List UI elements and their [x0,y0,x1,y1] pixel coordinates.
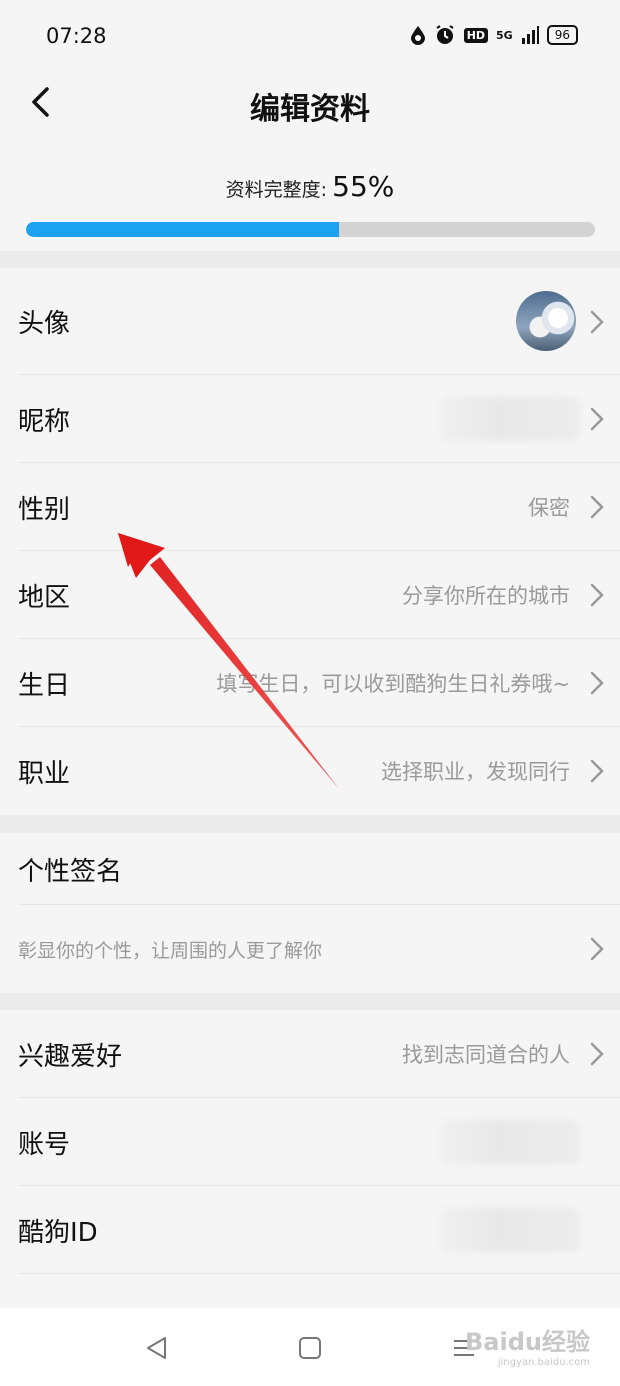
completeness-label: 资料完整度: [225,179,328,201]
row-label: 地区 [18,582,71,613]
chevron-right-icon [590,310,604,333]
nickname-value-blurred [440,397,580,441]
section-gap [0,251,620,268]
row-value: 找到志同道合的人 [402,1043,570,1067]
completeness-progress-fill [26,222,339,237]
completeness-value: 55% [332,170,395,203]
signature-input-row[interactable]: 彰显你的个性，让周围的人更了解你 [0,905,620,993]
row-account[interactable]: 账号 [0,1098,620,1186]
row-label: 头像 [18,309,71,339]
more-info-list: 兴趣爱好 找到志同道合的人 账号 酷狗ID [0,1010,620,1274]
row-avatar[interactable]: 头像 [0,268,620,375]
status-icons: HD 5G 96 [410,24,578,46]
page-title: 编辑资料 [250,92,370,127]
row-gender[interactable]: 性别 保密 [0,463,620,551]
signature-header: 个性签名 [0,833,620,905]
battery-indicator: 96 [546,25,578,45]
chevron-right-icon [590,937,604,961]
row-label: 生日 [18,670,71,701]
signature-section: 个性签名 彰显你的个性，让周围的人更了解你 [0,833,620,993]
row-hobby[interactable]: 兴趣爱好 找到志同道合的人 [0,1010,620,1098]
nav-bar: 编辑资料 [0,70,620,136]
section-gap [0,815,620,833]
row-value: 填写生日，可以收到酷狗生日礼券哦~ [216,672,570,696]
row-job[interactable]: 职业 选择职业，发现同行 [0,727,620,815]
row-nickname[interactable]: 昵称 [0,375,620,463]
signature-label: 个性签名 [18,856,123,887]
row-label: 职业 [18,758,71,789]
home-square-icon[interactable] [296,1334,324,1362]
divider [18,1273,620,1274]
account-value-blurred [440,1120,580,1164]
avatar [516,290,576,351]
row-value: 分享你所在的城市 [402,584,570,608]
kugou-id-value-blurred [440,1208,580,1252]
network-label: 5G [496,28,513,42]
system-nav-bar: Baidu经验 jingyan.baidu.com [0,1308,620,1386]
row-kugou-id[interactable]: 酷狗ID [0,1186,620,1274]
hd-icon: HD [463,27,489,43]
row-region[interactable]: 地区 分享你所在的城市 [0,551,620,639]
row-label: 昵称 [18,406,71,437]
chevron-right-icon [590,759,604,783]
row-label: 酷狗ID [18,1217,98,1248]
chevron-right-icon [590,495,604,519]
status-bar: 07:28 HD 5G 96 [0,0,620,70]
basic-info-list: 头像 昵称 性别 保密 地区 分享你所在的城市 生日 填写生日，可以收到酷狗生日… [0,268,620,815]
row-label: 账号 [18,1129,71,1160]
status-time: 07:28 [46,24,107,48]
chevron-right-icon [590,407,604,431]
section-gap [0,993,620,1010]
signal-icon [521,26,539,44]
watermark-logo: Baidu经验 [465,1328,590,1356]
watermark: Baidu经验 jingyan.baidu.com [465,1322,590,1368]
row-value: 选择职业，发现同行 [381,760,570,784]
water-drop-icon [410,25,426,45]
chevron-right-icon [590,583,604,607]
completeness-progress-bar [26,222,595,237]
signature-placeholder: 彰显你的个性，让周围的人更了解你 [18,939,323,962]
alarm-icon [434,24,456,46]
chevron-right-icon [590,1042,604,1066]
back-triangle-icon[interactable] [143,1334,171,1362]
completeness-section: 资料完整度: 55% [0,136,620,251]
chevron-right-icon [590,671,604,695]
watermark-url: jingyan.baidu.com [497,1357,590,1368]
row-label: 性别 [18,494,71,525]
row-birthday[interactable]: 生日 填写生日，可以收到酷狗生日礼券哦~ [0,639,620,727]
row-label: 兴趣爱好 [18,1041,123,1072]
row-value: 保密 [528,496,570,520]
